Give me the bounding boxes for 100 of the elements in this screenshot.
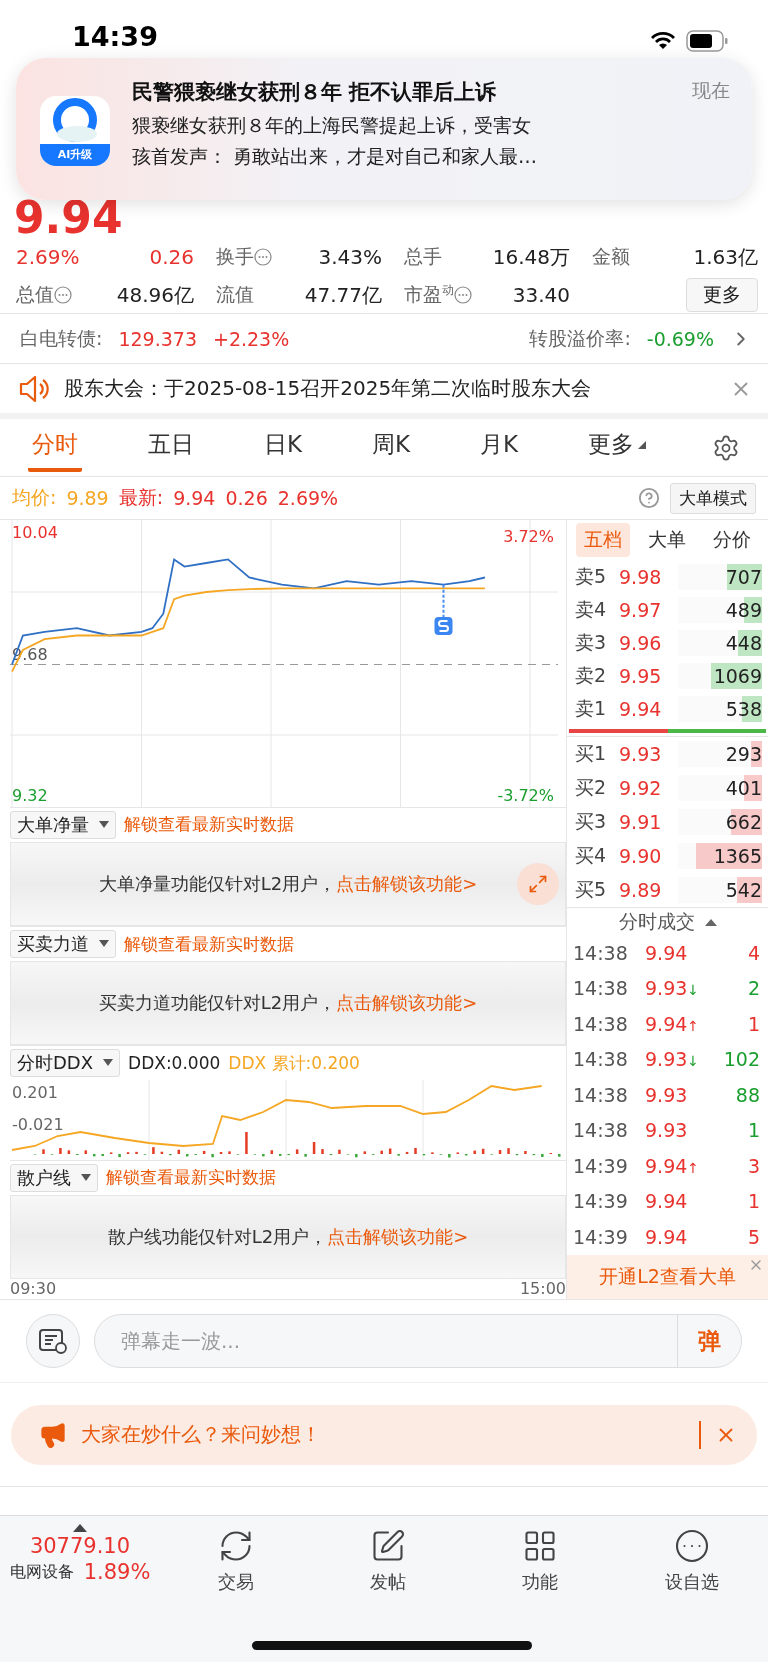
ddx-bar (414, 1148, 417, 1155)
trade-volume: 5 (747, 1225, 760, 1248)
order-level: 买3 (575, 809, 608, 834)
stock-price: 9.94 (14, 198, 123, 238)
chart-tab[interactable]: 日K (259, 423, 306, 472)
more-icon (674, 1528, 710, 1564)
ddx-bar (448, 1154, 451, 1158)
chart-tab[interactable]: 月K (476, 423, 523, 472)
axis-label: 10.04 (12, 523, 58, 542)
indicator-select[interactable]: 分时DDX (10, 1049, 121, 1078)
avg-label: 均价: (12, 485, 57, 510)
axis-label: 9.32 (12, 786, 48, 805)
change-percent: 2.69% (16, 245, 80, 269)
trade-volume: 1 (747, 1012, 760, 1035)
trade-price: 9.94↑ (645, 1154, 701, 1177)
ddx-bar (355, 1154, 358, 1158)
mode-button[interactable]: 大单模式 (670, 482, 756, 514)
ddx-bar (481, 1148, 485, 1155)
ddx-bar (304, 1154, 307, 1157)
order-price: 9.90 (619, 845, 663, 867)
signal-marker-icon[interactable] (434, 583, 453, 635)
settings-icon[interactable] (712, 433, 740, 462)
toolbar-button[interactable]: 功能 (464, 1524, 616, 1662)
status-time: 14:39 (72, 21, 158, 52)
unlock-hint: 解锁查看最新实时数据 (106, 1166, 276, 1190)
ddx-bar (295, 1149, 299, 1155)
notification-title: 民警猥亵继女获刑８年 拒不认罪后上诉 (132, 79, 497, 106)
indicator-select[interactable]: 大单净量 (10, 810, 116, 839)
stat-label: 金额 (592, 244, 630, 269)
trade-price: 9.94 (645, 941, 689, 964)
avg-price: 9.89 (66, 487, 109, 509)
toolbar-button[interactable]: 发帖 (312, 1524, 464, 1662)
stat-value: 47.77亿 (304, 281, 382, 309)
trade-volume: 102 (723, 1048, 760, 1071)
caret-up-icon (73, 1524, 87, 1532)
chart-tab[interactable]: 更多 (584, 423, 651, 472)
latest-label: 最新: (118, 485, 164, 510)
bond-row[interactable]: 白电转债: 129.373 +2.23% 转股溢价率: -0.69% (0, 314, 768, 364)
ddx-bar (245, 1132, 248, 1155)
wifi-icon (650, 31, 676, 51)
order-volume: 542 (725, 879, 762, 901)
info-icon[interactable] (254, 248, 272, 266)
expand-icon (528, 873, 548, 894)
order-volume: 293 (725, 743, 762, 765)
chart-tab[interactable]: 分时 (28, 423, 82, 472)
app-badge: AI升级 (40, 144, 110, 166)
grid-icon (522, 1528, 558, 1564)
ddx-bar (388, 1148, 392, 1155)
ddx-bar (152, 1147, 155, 1155)
stat-label: 换手 (216, 244, 254, 269)
more-button[interactable]: 更多 (686, 278, 758, 312)
order-price: 9.97 (619, 598, 663, 621)
book-tab[interactable]: 大单 (640, 523, 695, 557)
ddx-bar (135, 1151, 138, 1155)
locked-message: 散户线功能仅针对L2用户， (107, 1224, 328, 1249)
order-level: 买1 (575, 741, 608, 766)
index-ticker[interactable]: 30779.10 电网设备 1.89% (0, 1524, 160, 1662)
ddx-total: DDX 累计:0.200 (228, 1051, 360, 1075)
stat-value: 48.96亿 (116, 281, 194, 309)
latest-price: 9.94 (173, 487, 216, 509)
trade-time: 14:38 (573, 1012, 629, 1035)
notification-card[interactable]: AI升级 民警猥亵继女获刑８年 拒不认罪后上诉 现在 猥亵继女获刑８年的上海民警提起上诉，受害女孩首发声： 勇敢站出来，才是对自己和家人最… (16, 58, 752, 200)
megaphone-icon (39, 1420, 67, 1449)
caret-icon (81, 1173, 91, 1182)
indicator-select[interactable]: 买卖力道 (10, 930, 116, 958)
ddx-bar (507, 1148, 510, 1155)
change-amount: 0.26 (149, 245, 194, 269)
order-level: 卖2 (575, 662, 608, 688)
trade-volume: 2 (747, 977, 760, 1000)
order-price: 9.89 (619, 879, 663, 901)
axis-label: 0.201 (12, 1083, 58, 1103)
info-icon[interactable] (454, 286, 472, 304)
caret-up-icon (704, 917, 717, 926)
toolbar-button[interactable]: 设自选 (616, 1524, 768, 1662)
ddx-bar (219, 1152, 223, 1155)
stat-label: 流值 (216, 282, 254, 307)
trade-time: 14:38 (573, 941, 629, 964)
ddx-bar (270, 1150, 274, 1155)
order-volume: 489 (725, 598, 762, 621)
stat-label: 总值 (16, 282, 54, 307)
expand-button[interactable] (517, 862, 559, 905)
trade-time: 14:38 (573, 1119, 629, 1142)
trade-price: 9.93↓ (645, 977, 701, 1000)
chart-tab[interactable]: 五日 (143, 423, 198, 472)
chart-tab[interactable]: 周K (367, 423, 415, 472)
info-icon[interactable] (54, 286, 72, 304)
stat-value: 3.43% (318, 245, 382, 269)
danmaku-settings-icon[interactable] (26, 1314, 80, 1368)
axis-label: -0.021 (12, 1115, 64, 1135)
battery-icon (686, 30, 728, 52)
toolbar-button[interactable]: 交易 (160, 1524, 312, 1662)
unlock-hint: 解锁查看最新实时数据 (124, 932, 294, 956)
caret-icon (99, 820, 109, 829)
promo-text: 大家在炒什么？来问妙想！ (81, 1421, 322, 1448)
trade-time: 14:38 (573, 977, 629, 1000)
book-tab[interactable]: 分价 (704, 523, 759, 557)
order-volume: 662 (725, 811, 762, 833)
index-value: 30779.10 (29, 1534, 131, 1558)
help-icon[interactable] (638, 487, 660, 509)
indicator-select[interactable]: 散户线 (10, 1163, 98, 1192)
